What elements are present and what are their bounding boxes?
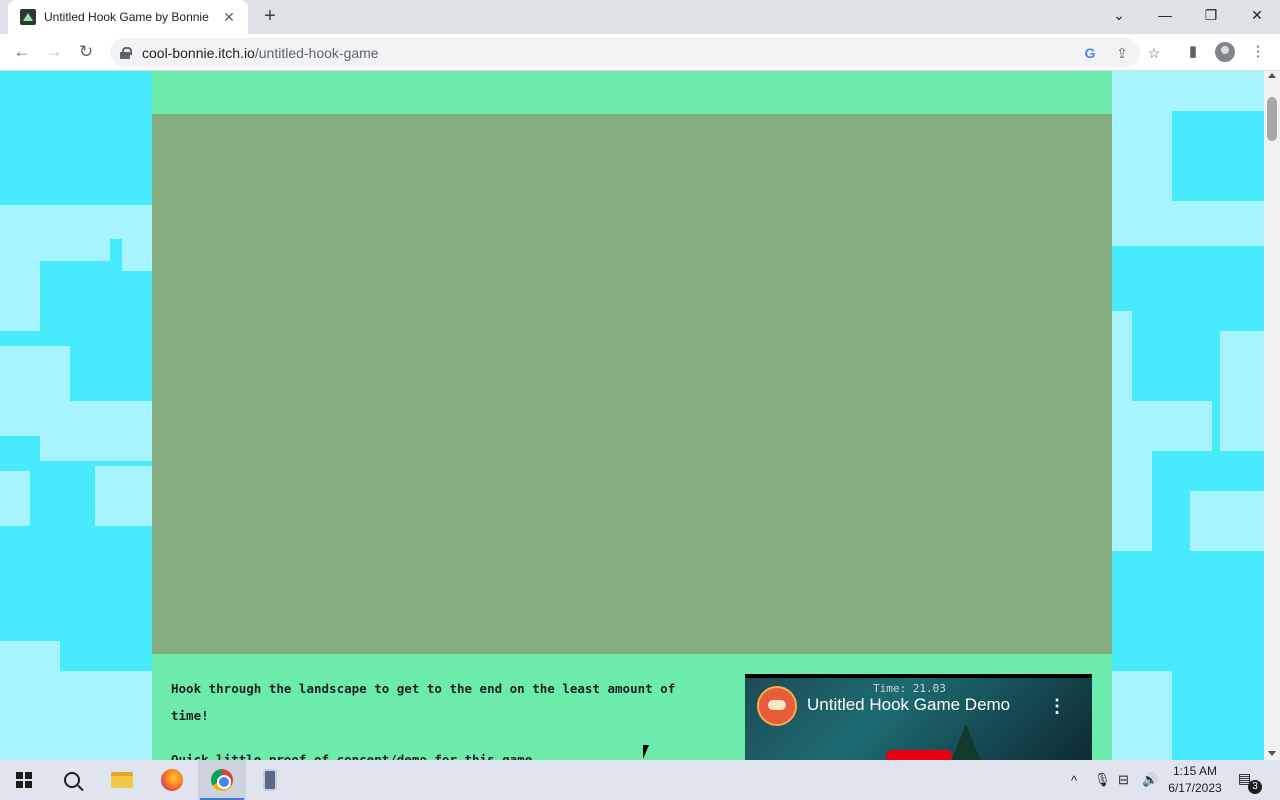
reload-icon[interactable]: ↻ xyxy=(73,39,99,65)
close-window-button[interactable]: ✕ xyxy=(1234,0,1280,34)
address-bar[interactable]: cool-bonnie.itch.io/untitled-hook-game G… xyxy=(110,38,1160,67)
background-pattern xyxy=(1112,451,1152,551)
tab-title: Untitled Hook Game by Bonnie xyxy=(44,10,209,24)
video-top-bar xyxy=(745,674,1092,678)
restore-button[interactable]: ❐ xyxy=(1188,0,1234,34)
background-pattern xyxy=(122,231,152,271)
file-explorer-button[interactable] xyxy=(98,760,146,800)
url-path: /untitled-hook-game xyxy=(254,44,379,61)
clock-time: 1:15 AM xyxy=(1172,764,1218,778)
windows-logo-icon xyxy=(16,772,32,788)
minimize-button[interactable]: — xyxy=(1142,0,1188,34)
background-pattern xyxy=(1112,311,1132,451)
background-pattern xyxy=(95,466,152,526)
background-pattern xyxy=(1220,331,1264,451)
description-paragraph: Hook through the landscape to get to the… xyxy=(171,681,676,723)
background-pattern xyxy=(1172,201,1264,246)
background-pattern xyxy=(0,641,60,760)
back-arrow-icon[interactable]: ← xyxy=(9,39,35,65)
video-tree-shape xyxy=(950,724,982,760)
folder-icon xyxy=(111,772,133,788)
game-embed-frame[interactable] xyxy=(152,114,1112,654)
start-button[interactable] xyxy=(0,760,48,800)
background-pattern xyxy=(1112,71,1264,111)
tab-strip: Untitled Hook Game by Bonnie ✕ + ⌄ — ❐ ✕ xyxy=(0,0,1280,34)
bookmark-star-icon[interactable]: ☆ xyxy=(1145,44,1163,62)
forward-arrow-icon[interactable]: → xyxy=(41,39,67,65)
page-scrollbar[interactable] xyxy=(1264,71,1280,760)
windows-taskbar: ^ 🎙 ⊟ 🔊 1:15 AM 6/17/2023 ▤ 3 xyxy=(0,760,1280,800)
video-menu-icon[interactable]: ⋮ xyxy=(1048,696,1066,716)
scroll-up-arrow-icon[interactable] xyxy=(1268,73,1276,78)
firefox-button[interactable] xyxy=(148,760,196,800)
google-lens-icon[interactable]: G xyxy=(1081,44,1099,62)
recorder-icon xyxy=(263,769,277,791)
scroll-down-arrow-icon[interactable] xyxy=(1268,751,1276,756)
search-icon xyxy=(64,772,80,788)
page-viewport: Hook through the landscape to get to the… xyxy=(0,71,1264,760)
notification-count-badge: 3 xyxy=(1248,780,1262,794)
youtube-play-button[interactable] xyxy=(886,750,952,760)
background-pattern xyxy=(0,471,30,526)
background-pattern xyxy=(0,261,40,331)
volume-icon[interactable]: 🔊 xyxy=(1142,760,1160,800)
url-host: cool-bonnie.itch.io xyxy=(142,44,255,61)
game-page-column: Hook through the landscape to get to the… xyxy=(152,71,1112,760)
clock-date: 6/17/2023 xyxy=(1168,781,1222,795)
tray-overflow-chevron-icon[interactable]: ^ xyxy=(1071,760,1087,800)
search-button[interactable] xyxy=(48,760,96,800)
side-panel-icon[interactable]: ▮ xyxy=(1181,40,1205,64)
background-pattern xyxy=(40,401,152,461)
recorder-app-button[interactable] xyxy=(246,760,294,800)
tab-search-chevron-icon[interactable]: ⌄ xyxy=(1096,0,1142,34)
background-pattern xyxy=(1112,111,1172,246)
microphone-icon[interactable]: 🎙 xyxy=(1094,760,1111,800)
game-description: Hook through the landscape to get to the… xyxy=(171,675,711,760)
youtube-video-embed[interactable]: Time: 21.03 Untitled Hook Game Demo ⋮ xyxy=(745,674,1092,760)
channel-avatar[interactable] xyxy=(757,686,797,726)
chrome-icon xyxy=(211,769,233,791)
chrome-menu-icon[interactable]: ⋮ xyxy=(1246,40,1270,64)
description-paragraph: Quick little proof of concept/demo for t… xyxy=(171,752,533,760)
scroll-thumb[interactable] xyxy=(1267,97,1277,141)
lock-icon[interactable] xyxy=(120,46,132,59)
itch-favicon-icon xyxy=(20,9,36,25)
background-pattern xyxy=(60,671,152,760)
firefox-icon xyxy=(161,769,183,791)
clock[interactable]: 1:15 AM 6/17/2023 xyxy=(1160,763,1230,797)
profile-icon xyxy=(1215,42,1235,62)
network-icon[interactable]: ⊟ xyxy=(1118,760,1136,800)
browser-tab[interactable]: Untitled Hook Game by Bonnie ✕ xyxy=(8,0,248,34)
browser-toolbar: ← → ↻ cool-bonnie.itch.io/untitled-hook-… xyxy=(0,34,1280,71)
new-tab-button[interactable]: + xyxy=(258,5,282,29)
background-pattern xyxy=(1190,491,1264,551)
background-pattern xyxy=(0,221,110,261)
close-tab-icon[interactable]: ✕ xyxy=(220,8,238,26)
share-icon[interactable]: ⇪ xyxy=(1113,44,1131,62)
background-pattern xyxy=(1112,671,1172,760)
mouse-cursor-icon xyxy=(643,745,649,759)
background-pattern xyxy=(1132,401,1212,451)
video-timer-overlay: Time: 21.03 xyxy=(873,682,946,695)
chrome-button[interactable] xyxy=(198,760,246,800)
video-title[interactable]: Untitled Hook Game Demo xyxy=(807,695,1010,715)
profile-avatar[interactable] xyxy=(1213,40,1237,64)
